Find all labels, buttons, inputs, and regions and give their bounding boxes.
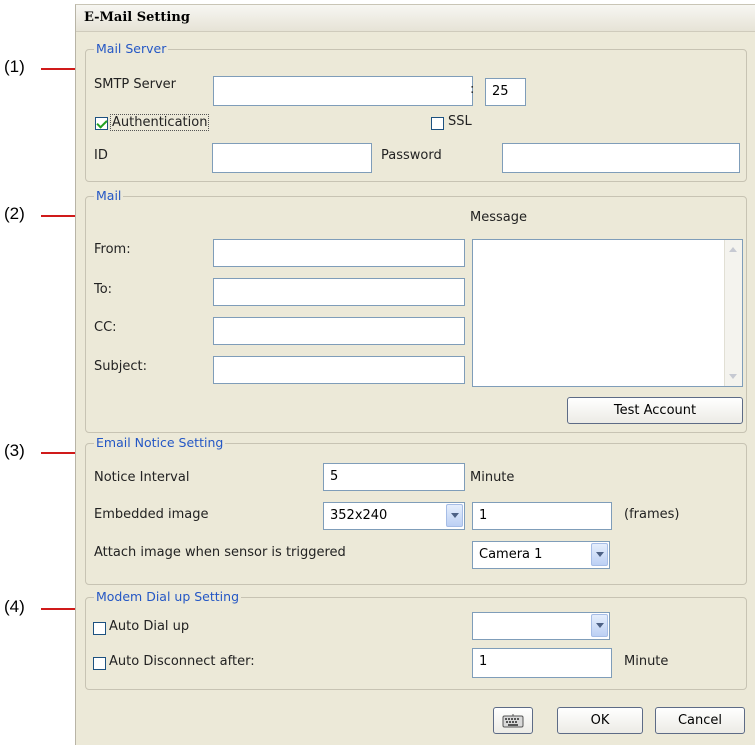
- auto-dial-label[interactable]: Auto Dial up: [109, 619, 189, 634]
- mail-server-group-title: Mail Server: [94, 41, 169, 56]
- callout-2: (2): [4, 204, 25, 223]
- cc-label: CC:: [94, 320, 117, 335]
- message-scrollbar[interactable]: [724, 240, 742, 386]
- subject-label: Subject:: [94, 359, 147, 374]
- authentication-label[interactable]: Authentication: [110, 114, 210, 131]
- callout-1: (1): [4, 57, 25, 76]
- attach-camera-select[interactable]: Camera 1: [472, 541, 610, 569]
- email-setting-dialog: E-Mail Setting Mail Server SMTP Server :…: [75, 4, 755, 745]
- smtp-server-input[interactable]: [213, 76, 473, 106]
- chevron-down-icon[interactable]: [591, 543, 608, 566]
- mail-group-title: Mail: [94, 188, 124, 203]
- smtp-port-input[interactable]: 25: [485, 78, 526, 106]
- to-input[interactable]: [213, 278, 465, 306]
- notice-interval-label: Notice Interval: [94, 470, 190, 485]
- interval-unit-label: Minute: [470, 470, 515, 485]
- embedded-frames-input[interactable]: 1: [472, 502, 612, 530]
- chevron-down-icon[interactable]: [446, 504, 463, 527]
- embedded-image-label: Embedded image: [94, 507, 209, 522]
- frames-unit-label: (frames): [624, 507, 680, 522]
- auto-disconnect-input[interactable]: 1: [472, 648, 612, 678]
- ssl-checkbox[interactable]: [431, 117, 444, 130]
- disconnect-unit-label: Minute: [624, 654, 669, 669]
- password-input[interactable]: [502, 143, 740, 173]
- attach-camera-value: Camera 1: [479, 547, 543, 562]
- mail-group: Mail Message From: To: CC: Subject: Test…: [85, 188, 747, 433]
- callout-3: (3): [4, 441, 25, 460]
- chevron-down-icon[interactable]: [591, 614, 608, 637]
- scroll-down-icon[interactable]: [726, 369, 741, 384]
- id-input[interactable]: [212, 143, 372, 173]
- embedded-size-select[interactable]: 352x240: [323, 502, 465, 530]
- notice-interval-input[interactable]: 5: [323, 463, 465, 491]
- email-notice-group: Email Notice Setting Notice Interval 5 M…: [85, 435, 747, 585]
- modem-group: Modem Dial up Setting Auto Dial up Auto …: [85, 589, 747, 690]
- modem-group-title: Modem Dial up Setting: [94, 589, 241, 604]
- cancel-button[interactable]: Cancel: [655, 707, 745, 734]
- attach-image-label: Attach image when sensor is triggered: [94, 545, 346, 560]
- authentication-checkbox[interactable]: [95, 117, 108, 130]
- message-textarea[interactable]: [472, 239, 743, 387]
- to-label: To:: [94, 282, 113, 297]
- email-notice-group-title: Email Notice Setting: [94, 435, 226, 450]
- subject-input[interactable]: [213, 356, 465, 384]
- ssl-label[interactable]: SSL: [448, 114, 472, 129]
- auto-dial-checkbox[interactable]: [93, 622, 106, 635]
- scroll-up-icon[interactable]: [726, 242, 741, 257]
- from-input[interactable]: [213, 239, 465, 267]
- test-account-button[interactable]: Test Account: [567, 397, 743, 424]
- auto-disconnect-label[interactable]: Auto Disconnect after:: [109, 654, 255, 669]
- keyboard-icon: [502, 714, 524, 728]
- callout-4: (4): [4, 597, 25, 616]
- auto-dial-select[interactable]: [472, 612, 610, 640]
- keyboard-button[interactable]: [493, 707, 533, 734]
- auto-disconnect-checkbox[interactable]: [93, 657, 106, 670]
- id-label: ID: [94, 148, 108, 163]
- cc-input[interactable]: [213, 317, 465, 345]
- port-separator: :: [470, 82, 475, 97]
- ok-button[interactable]: OK: [557, 707, 643, 734]
- password-label: Password: [381, 148, 442, 163]
- message-label: Message: [470, 210, 527, 225]
- from-label: From:: [94, 242, 131, 257]
- title-bar: E-Mail Setting: [76, 5, 755, 32]
- mail-server-group: Mail Server SMTP Server : 25 Authenticat…: [85, 41, 747, 182]
- dialog-title: E-Mail Setting: [84, 10, 190, 25]
- embedded-size-value: 352x240: [330, 508, 388, 523]
- smtp-server-label: SMTP Server: [94, 77, 177, 92]
